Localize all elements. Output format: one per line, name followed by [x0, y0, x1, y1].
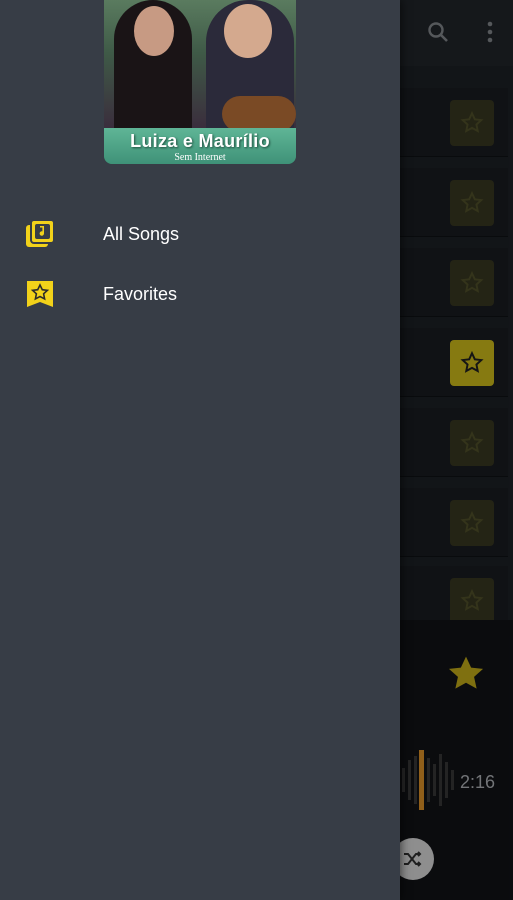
cover-title: Luiza e Maurílio [130, 131, 270, 151]
navigation-drawer: Luiza e Maurílio Sem Internet All Songs … [0, 0, 400, 900]
drawer-item-all-songs[interactable]: All Songs [0, 206, 400, 262]
cover-photo [104, 0, 296, 132]
cover-subtitle: Sem Internet [174, 152, 226, 163]
drawer-item-label: Favorites [103, 283, 178, 304]
artist-right-face [224, 4, 272, 58]
drawer-item-favorites[interactable]: Favorites [0, 266, 400, 322]
artist-left-face [134, 6, 174, 56]
favorite-star-icon [24, 278, 56, 310]
music-library-icon [24, 218, 56, 250]
album-cover: Luiza e Maurílio Sem Internet [104, 0, 296, 164]
guitar [222, 96, 296, 132]
drawer-item-label: All Songs [103, 223, 180, 244]
